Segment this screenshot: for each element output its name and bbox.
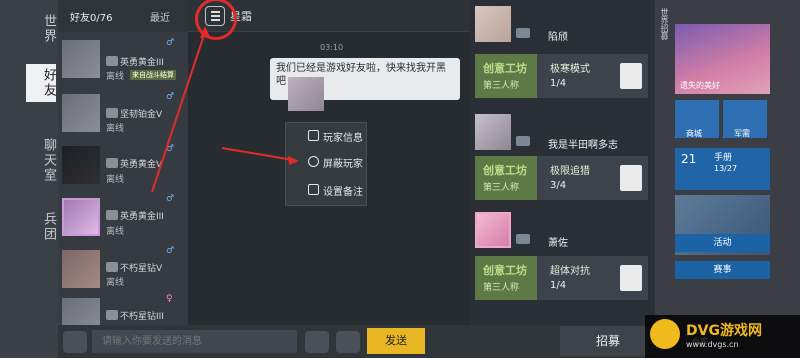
room-count: 1/4 <box>550 280 567 291</box>
join-flag-icon[interactable] <box>620 265 642 291</box>
rank-icon <box>516 234 530 244</box>
shop-label: 商城 <box>686 129 702 138</box>
room-card[interactable]: 创意工坊 第三人称 极限追猎 3/4 <box>475 156 648 200</box>
world-recruit-label: 世界招募 <box>660 8 669 40</box>
room-card[interactable]: 创意工坊 第三人称 极寒模式 1/4 <box>475 54 648 98</box>
recruit-button[interactable]: 招募 <box>560 326 656 356</box>
emoji-icon[interactable] <box>305 331 329 353</box>
rank-icon <box>516 136 530 146</box>
watermark-logo <box>650 319 680 349</box>
workshop-tag: 创意工坊 第三人称 <box>475 156 537 200</box>
join-flag-icon[interactable] <box>620 63 642 89</box>
room-count: 3/4 <box>550 180 567 191</box>
microphone-icon[interactable] <box>63 331 87 353</box>
room-owner[interactable]: 我是半田啊多志 <box>470 110 650 156</box>
room-owner[interactable]: 陷颀 <box>470 2 650 48</box>
event-button[interactable]: 赛事 <box>675 261 770 279</box>
room-mode: 极限追猎 <box>550 166 590 177</box>
activity-button[interactable]: 活动 <box>675 234 770 252</box>
manual-level: 21 <box>681 152 697 166</box>
room-owner-name: 我是半田啊多志 <box>548 140 618 151</box>
avatar <box>475 114 511 150</box>
join-flag-icon[interactable] <box>620 165 642 191</box>
room-mode: 超体对抗 <box>550 266 590 277</box>
game-social-screen: 世界 好友 聊天室 兵团 好友0/76 最近 ♂ 英勇黄金III 离线 来自战斗… <box>0 0 800 358</box>
manual-progress: 13/27 <box>714 164 738 173</box>
watermark-url: www.dvgs.cn <box>686 340 739 349</box>
arrowhead <box>200 26 210 38</box>
room-count: 1/4 <box>550 78 567 89</box>
banner-title: 遗失的美好 <box>680 81 720 90</box>
arrow-to-block <box>221 147 294 161</box>
arrow-to-menu <box>151 31 206 193</box>
room-owner[interactable]: 萧佐 <box>470 208 650 254</box>
send-button[interactable]: 发送 <box>367 328 425 354</box>
avatar <box>475 212 511 248</box>
room-card[interactable]: 创意工坊 第三人称 超体对抗 1/4 <box>475 256 648 300</box>
workshop-tag: 创意工坊 第三人称 <box>475 256 537 300</box>
arrowhead <box>288 156 299 165</box>
room-owner-name: 陷颀 <box>548 32 568 43</box>
message-input[interactable] <box>92 330 297 353</box>
chat-bubble-icon[interactable] <box>336 331 360 353</box>
room-mode: 极寒模式 <box>550 64 590 75</box>
manual-label: 手册 <box>714 153 733 163</box>
workshop-tag: 创意工坊 第三人称 <box>475 54 537 98</box>
rank-icon <box>516 28 530 38</box>
armory-label: 军需 <box>734 129 750 138</box>
room-owner-name: 萧佐 <box>548 238 568 249</box>
avatar <box>475 6 511 42</box>
watermark-brand: DVG游戏网 <box>686 323 762 339</box>
